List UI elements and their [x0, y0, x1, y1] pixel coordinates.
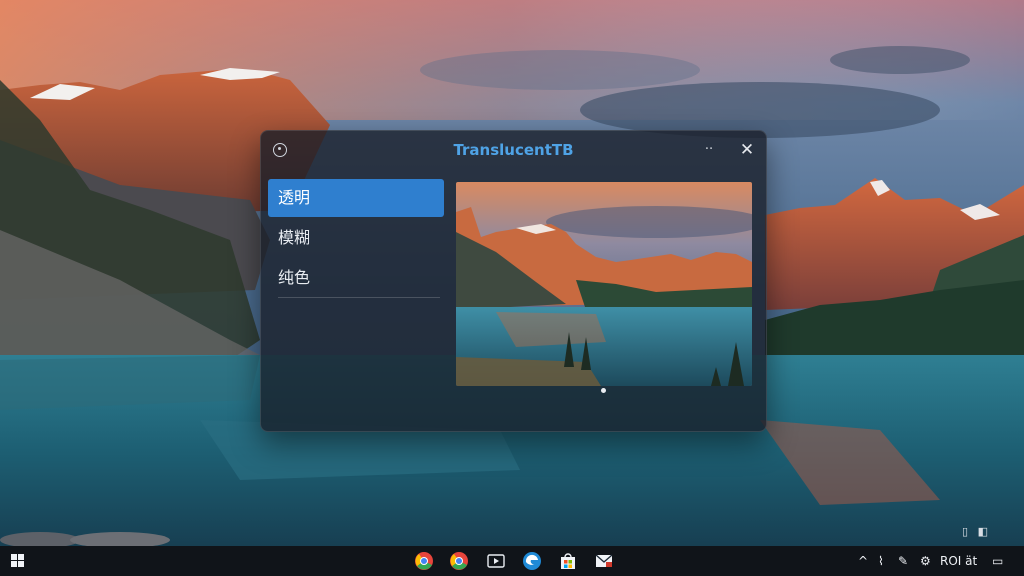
- edge-icon[interactable]: [522, 551, 542, 571]
- chrome-icon[interactable]: [449, 551, 469, 571]
- preview-image: [456, 182, 752, 386]
- pen-icon[interactable]: ✎: [898, 546, 908, 576]
- nav-item-clear[interactable]: 透明: [268, 179, 444, 217]
- media-icon[interactable]: [486, 551, 506, 571]
- nav-item-opaque[interactable]: 纯色: [268, 259, 444, 297]
- system-tray: ^ ⌇ ✎ ⚙ ROI ät ▭: [858, 546, 1018, 576]
- nav-divider: [278, 297, 440, 298]
- show-hidden-icons-button[interactable]: ^: [858, 546, 868, 576]
- title-bar[interactable]: TranslucentTB ·· ✕: [261, 131, 766, 169]
- translucenttb-window: TranslucentTB ·· ✕ 透明 模糊 纯色: [260, 130, 767, 432]
- phone-icon: ▯: [962, 525, 969, 538]
- notification-icon[interactable]: ▭: [992, 546, 1003, 576]
- network-icon[interactable]: ⌇: [878, 546, 884, 576]
- minimize-button[interactable]: ··: [698, 141, 720, 159]
- language-indicator[interactable]: ROI ät: [940, 546, 977, 576]
- settings-icon[interactable]: ⚙: [920, 546, 931, 576]
- pager-dot[interactable]: [601, 388, 606, 393]
- sound-icon: ◧: [977, 525, 988, 538]
- store-icon[interactable]: [558, 551, 578, 571]
- accent-mode-list: 透明 模糊 纯色: [268, 179, 444, 299]
- taskbar: ^ ⌇ ✎ ⚙ ROI ät ▭: [0, 546, 1024, 576]
- windows-start-button[interactable]: [11, 554, 25, 568]
- nav-item-blur[interactable]: 模糊: [268, 219, 444, 257]
- close-button[interactable]: ✕: [737, 140, 757, 160]
- desktop-corner-icons: ▯ ◧: [962, 525, 994, 538]
- chrome-icon[interactable]: [414, 551, 434, 571]
- mail-icon[interactable]: [594, 551, 614, 571]
- window-title: TranslucentTB: [453, 141, 574, 159]
